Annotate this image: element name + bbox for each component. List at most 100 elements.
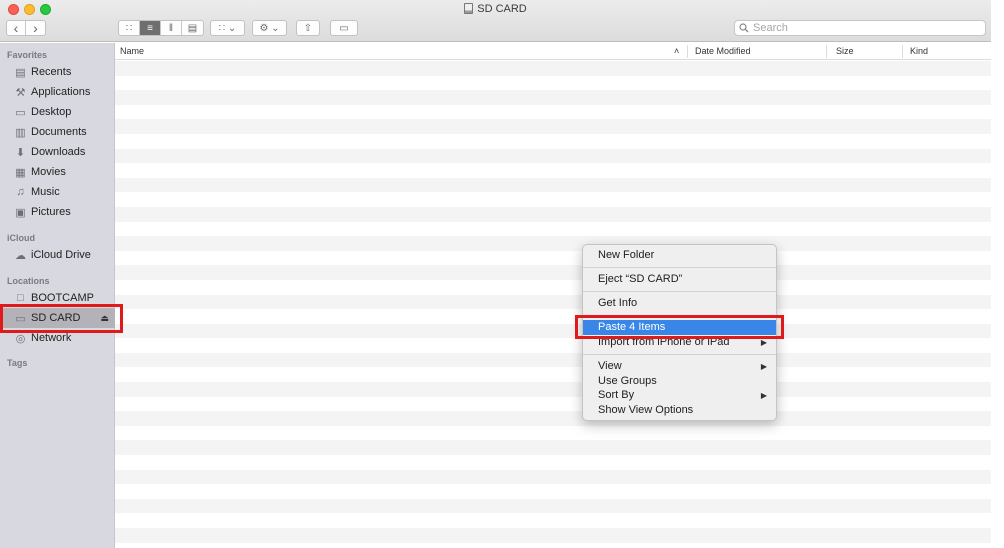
empty-row <box>115 294 991 310</box>
sidebar-item-movies[interactable]: ▦ Movies <box>0 162 115 182</box>
column-kind[interactable]: Kind <box>910 46 928 56</box>
column-header: Name ˄ Date Modified Size Kind <box>115 43 991 60</box>
window-edge <box>991 0 1004 548</box>
empty-row <box>115 338 991 353</box>
empty-row <box>115 426 991 441</box>
window-title: SD CARD <box>0 3 991 15</box>
sidebar-item-label: Network <box>31 332 72 344</box>
sidebar-item-network[interactable]: ◎ Network <box>0 328 115 348</box>
menu-item-get-info[interactable]: Get Info <box>583 296 776 311</box>
group-by-button[interactable]: ∷ ⌄ <box>210 20 245 36</box>
column-divider[interactable] <box>687 45 688 58</box>
submenu-arrow-icon: ▶ <box>760 338 767 347</box>
sidebar-item-applications[interactable]: ⚒ Applications <box>0 82 115 102</box>
sort-indicator-icon: ˄ <box>674 46 680 56</box>
downloads-icon: ⬇ <box>15 146 26 159</box>
menu-item-show-view-options[interactable]: Show View Options <box>583 403 776 418</box>
empty-row <box>115 469 991 485</box>
window-toolbar: SD CARD ‹ › ∷ ≡ ‖ ▤ ∷ ⌄ ⚙ ⌄ ⇧ ▭ <box>0 0 991 42</box>
empty-row <box>115 76 991 91</box>
action-menu-button[interactable]: ⚙ ⌄ <box>252 20 287 36</box>
applications-icon: ⚒ <box>15 86 26 99</box>
menu-item-new-folder[interactable]: New Folder <box>583 248 776 263</box>
menu-item-use-groups[interactable]: Use Groups <box>583 374 776 389</box>
menu-item-view[interactable]: View ▶ <box>583 359 776 374</box>
sidebar-heading-locations: Locations <box>7 276 50 286</box>
menu-item-label: Import from iPhone or iPad <box>598 336 730 348</box>
sidebar-item-label: Recents <box>31 66 72 78</box>
sidebar-item-documents[interactable]: ▥ Documents <box>0 122 115 142</box>
sidebar-item-label: Documents <box>31 126 87 138</box>
sidebar-item-pictures[interactable]: ▣ Pictures <box>0 202 115 222</box>
icon-view-button[interactable]: ∷ <box>119 21 140 35</box>
sidebar-item-downloads[interactable]: ⬇ Downloads <box>0 142 115 162</box>
column-size[interactable]: Size <box>836 46 854 56</box>
empty-row <box>115 309 991 324</box>
empty-row <box>115 148 991 164</box>
menu-item-paste[interactable]: Paste 4 Items <box>583 320 776 335</box>
menu-item-label: View <box>598 360 622 372</box>
empty-row <box>115 411 991 426</box>
column-divider[interactable] <box>826 45 827 58</box>
cloud-icon: ☁ <box>15 249 26 262</box>
search-input[interactable] <box>753 22 973 34</box>
sidebar-item-sd-card[interactable]: ▭ SD CARD ⏏ <box>0 308 115 328</box>
empty-row <box>115 498 991 514</box>
menu-separator <box>583 267 776 268</box>
menu-separator <box>583 291 776 292</box>
column-divider[interactable] <box>902 45 903 58</box>
empty-row <box>115 119 991 134</box>
menu-separator <box>583 354 776 355</box>
menu-item-import[interactable]: Import from iPhone or iPad ▶ <box>583 335 776 350</box>
desktop-icon: ▭ <box>15 106 26 119</box>
sidebar-item-icloud-drive[interactable]: ☁ iCloud Drive <box>0 245 115 265</box>
empty-row <box>115 222 991 237</box>
tag-button[interactable]: ▭ <box>330 20 358 36</box>
sidebar-item-recents[interactable]: ▤ Recents <box>0 62 115 82</box>
sidebar-item-label: SD CARD <box>31 312 81 324</box>
share-button[interactable]: ⇧ <box>296 20 320 36</box>
menu-separator <box>583 315 776 316</box>
empty-row <box>115 192 991 207</box>
empty-row <box>115 90 991 105</box>
submenu-arrow-icon: ▶ <box>760 391 767 400</box>
sidebar-item-desktop[interactable]: ▭ Desktop <box>0 102 115 122</box>
search-field[interactable] <box>734 20 986 36</box>
sidebar-item-bootcamp[interactable]: □ BOOTCAMP <box>0 288 115 308</box>
sidebar-item-label: BOOTCAMP <box>31 292 94 304</box>
empty-row <box>115 134 991 149</box>
list-view-button[interactable]: ≡ <box>140 21 161 35</box>
eject-icon[interactable]: ⏏ <box>100 313 109 324</box>
empty-row <box>115 484 991 499</box>
column-date-modified[interactable]: Date Modified <box>695 46 751 56</box>
forward-button[interactable]: › <box>26 21 45 35</box>
empty-row <box>115 440 991 456</box>
sidebar-heading-tags: Tags <box>7 358 28 368</box>
column-view-button[interactable]: ‖ <box>161 21 182 35</box>
menu-item-eject[interactable]: Eject “SD CARD” <box>583 272 776 287</box>
empty-row <box>115 206 991 222</box>
back-button[interactable]: ‹ <box>7 21 26 35</box>
music-icon: ♫ <box>16 186 25 198</box>
file-list[interactable]: Name ˄ Date Modified Size Kind <box>115 43 991 548</box>
sidebar-item-label: Music <box>31 186 60 198</box>
empty-row <box>115 177 991 193</box>
empty-row <box>115 163 991 178</box>
pictures-icon: ▣ <box>15 206 26 219</box>
sidebar-item-label: iCloud Drive <box>31 249 91 261</box>
network-icon: ◎ <box>15 332 26 345</box>
sidebar-item-label: Movies <box>31 166 66 178</box>
sidebar: Favorites ▤ Recents ⚒ Applications ▭ Des… <box>0 43 115 548</box>
empty-row <box>115 455 991 470</box>
menu-item-sort-by[interactable]: Sort By ▶ <box>583 388 776 403</box>
sidebar-item-music[interactable]: ♫ Music <box>0 182 115 202</box>
column-name[interactable]: Name <box>120 46 144 56</box>
empty-row <box>115 397 991 412</box>
empty-row <box>115 236 991 251</box>
sidebar-item-label: Pictures <box>31 206 71 218</box>
drive-icon: ▭ <box>15 312 26 325</box>
gallery-view-button[interactable]: ▤ <box>182 21 203 35</box>
sidebar-heading-icloud: iCloud <box>7 233 35 243</box>
view-mode-control: ∷ ≡ ‖ ▤ <box>118 20 204 36</box>
sidebar-item-label: Applications <box>31 86 91 98</box>
